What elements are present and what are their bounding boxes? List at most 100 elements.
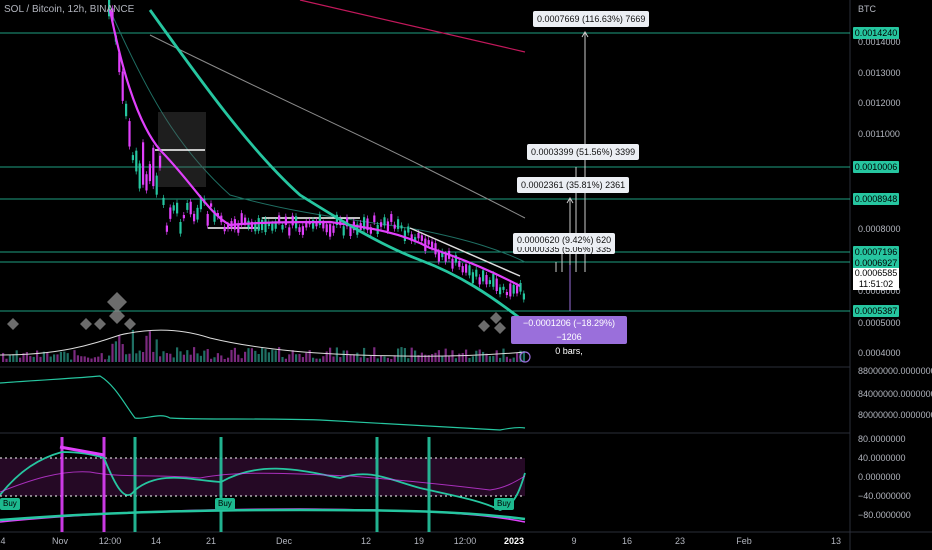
volume-bar: [335, 347, 338, 362]
measure-callout[interactable]: 0.0007669 (116.63%) 7669: [533, 11, 650, 27]
time-label: 21: [205, 536, 217, 546]
time-label: 16: [621, 536, 633, 546]
volume-bar: [196, 353, 199, 362]
volume-bar: [5, 358, 8, 362]
candle: [138, 163, 141, 189]
volume-bar: [32, 356, 35, 362]
volume-bar: [148, 331, 151, 362]
candle: [512, 284, 515, 294]
candle: [332, 225, 335, 233]
volume-bar: [2, 352, 5, 362]
candle: [278, 215, 281, 223]
candle: [142, 142, 145, 185]
volume-bar: [380, 355, 383, 362]
volume-bar: [298, 353, 301, 362]
measure-callout[interactable]: 0.0000620 (9.42%) 620: [513, 233, 616, 247]
candle: [458, 260, 461, 267]
signal-diamonds: [7, 292, 506, 334]
time-label: 12:00: [453, 536, 477, 546]
candle: [393, 224, 396, 229]
volume-bar: [329, 347, 332, 362]
volume-bar: [36, 350, 39, 362]
volume-bar: [468, 357, 471, 362]
volume-bar: [441, 355, 444, 362]
volume-bar: [295, 354, 298, 362]
volume-bar: [203, 350, 206, 362]
candle: [451, 258, 454, 269]
volume-bar: [213, 357, 216, 362]
volume-bar: [182, 354, 185, 362]
candle: [196, 207, 199, 220]
candle: [162, 197, 165, 205]
volume-bar: [176, 347, 179, 362]
candle: [519, 282, 522, 292]
volume-bar: [199, 355, 202, 362]
osc-baseline-teal: [0, 508, 526, 522]
level-badge: 0.0005387: [853, 305, 899, 317]
measure-callout[interactable]: 0.0003399 (51.56%) 3399: [527, 144, 640, 160]
volume-bar: [407, 358, 410, 362]
volume-bar: [499, 357, 502, 362]
volume-bar: [373, 347, 376, 362]
volume-bar: [189, 354, 192, 362]
measure-callout[interactable]: 0.0002361 (35.81%) 2361: [517, 177, 630, 193]
volume-bar: [240, 358, 243, 362]
candle: [492, 273, 495, 287]
candle: [502, 286, 505, 290]
level-badge: 0.0008948: [853, 193, 899, 205]
candle: [403, 230, 406, 242]
candle: [193, 213, 196, 222]
measure-callout-negative[interactable]: −0.0001206 (−18.29%) −1206 0 bars,: [511, 316, 627, 356]
candle: [437, 251, 440, 262]
candle: [485, 275, 488, 285]
volume-bar: [206, 349, 209, 362]
chart-canvas[interactable]: [0, 0, 932, 550]
volume-bar: [165, 353, 168, 362]
volume-bar: [492, 356, 495, 362]
volume-bar: [29, 356, 32, 362]
volume-bar: [63, 351, 66, 362]
candle: [478, 277, 481, 285]
volume-bar: [386, 357, 389, 362]
time-label: 9: [571, 536, 577, 546]
volume-bar: [230, 349, 233, 362]
volume-bar: [83, 356, 86, 362]
volume-bar: [247, 348, 250, 362]
candle: [386, 221, 389, 232]
volume-bar: [284, 358, 287, 362]
osc-tick: −80.0000000: [858, 510, 911, 520]
osc-tick: 80.0000000: [858, 434, 906, 444]
volume-bar: [216, 353, 219, 362]
buy-tag: Buy: [215, 498, 235, 510]
volume-bar: [349, 354, 352, 362]
price-tick: 0.0008000: [858, 224, 901, 234]
volume-bar: [142, 352, 145, 362]
bar-countdown: 11:51:02: [858, 279, 894, 289]
time-label: Feb: [736, 536, 752, 546]
volume-bar: [339, 357, 342, 362]
candle: [254, 223, 257, 232]
candle: [145, 174, 148, 191]
volume-bar: [73, 350, 76, 362]
volume-bar: [400, 347, 403, 362]
candle: [509, 283, 512, 297]
volume-bar: [53, 354, 56, 362]
volume-bar: [39, 356, 42, 362]
candle: [172, 205, 175, 211]
symbol-title[interactable]: SOL / Bitcoin, 12h, BINANCE: [4, 4, 134, 15]
candle: [342, 226, 345, 236]
volume-bar: [512, 357, 515, 362]
volume-bar: [420, 352, 423, 362]
volume-bar: [403, 348, 406, 362]
candle: [482, 270, 485, 282]
osc-band: [0, 458, 525, 496]
candle: [329, 224, 332, 237]
volume-bar: [159, 356, 162, 362]
volume-bar: [264, 349, 267, 362]
candle: [522, 293, 525, 300]
volume-bar: [288, 354, 291, 362]
osc-tick: −40.0000000: [858, 491, 911, 501]
candle: [397, 219, 400, 229]
volume-bar: [332, 356, 335, 362]
candle: [179, 222, 182, 234]
